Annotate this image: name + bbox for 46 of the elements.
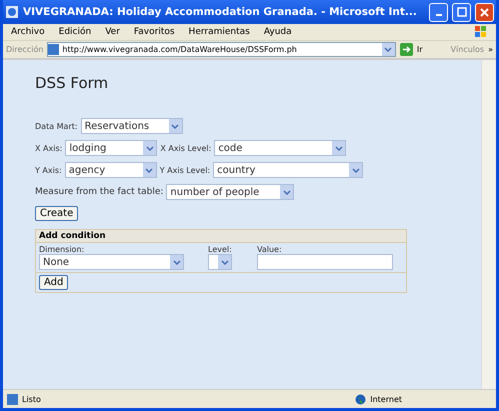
maximize-button[interactable] xyxy=(452,2,471,22)
x-axis-level-select[interactable]: code xyxy=(214,140,346,156)
field-label: Y Axis: xyxy=(35,166,62,174)
menu-item[interactable]: Ayuda xyxy=(264,27,292,37)
minimize-button[interactable] xyxy=(429,2,448,22)
measure-select[interactable]: number of people xyxy=(166,184,294,200)
data-mart-select[interactable]: Reservations xyxy=(80,118,183,134)
more-chevron[interactable]: » xyxy=(488,45,493,54)
field-label: Data Mart: xyxy=(35,122,78,130)
status-text: Listo xyxy=(22,394,41,404)
add-button[interactable]: Add xyxy=(39,275,68,290)
menu-item[interactable]: Edición xyxy=(58,27,92,37)
level-select[interactable] xyxy=(208,254,232,270)
value-field[interactable] xyxy=(257,254,393,270)
x-axis-select[interactable]: lodging xyxy=(65,140,158,156)
browser-icon xyxy=(5,5,19,19)
close-button[interactable] xyxy=(475,2,494,22)
form-title: DSS Form xyxy=(35,74,110,92)
windows-logo-icon xyxy=(474,25,488,39)
level-label: Level: xyxy=(208,245,233,254)
page-icon xyxy=(7,394,18,404)
create-button[interactable]: Create xyxy=(35,206,78,221)
go-arrow-icon[interactable] xyxy=(400,43,413,56)
menu-item[interactable]: Favoritos xyxy=(134,27,175,37)
zone-text: Internet xyxy=(370,394,402,404)
menu-item[interactable]: Archivo xyxy=(11,27,45,37)
maximize-icon xyxy=(456,7,466,17)
menu-item[interactable]: Ver xyxy=(105,27,120,37)
y-axis-select[interactable]: agency xyxy=(64,162,157,178)
window-title: VIVEGRANADA: Holiday Accommodation Granada. - Microsoft Int... xyxy=(23,6,418,18)
address-label: Dirección xyxy=(6,45,44,54)
field-label: Y Axis Level: xyxy=(160,166,210,174)
dimension-label: Dimension: xyxy=(39,245,86,254)
address-field[interactable]: http://www.vivegranada.com/DataWareHouse/DSSForm.ph xyxy=(47,42,396,57)
dimension-select[interactable]: None xyxy=(39,254,184,270)
close-icon xyxy=(480,8,489,16)
field-label: X Axis: xyxy=(35,144,62,152)
field-label: Measure from the fact table: xyxy=(35,187,164,197)
page-icon xyxy=(48,44,60,55)
y-axis-level-select[interactable]: country xyxy=(213,162,364,178)
go-button[interactable]: Ir xyxy=(416,45,423,54)
menu-item[interactable]: Herramientas xyxy=(188,27,250,37)
value-label: Value: xyxy=(257,245,283,254)
condition-title: Add condition xyxy=(36,230,406,243)
globe-icon xyxy=(355,394,366,404)
field-label: X Axis Level: xyxy=(160,144,212,152)
